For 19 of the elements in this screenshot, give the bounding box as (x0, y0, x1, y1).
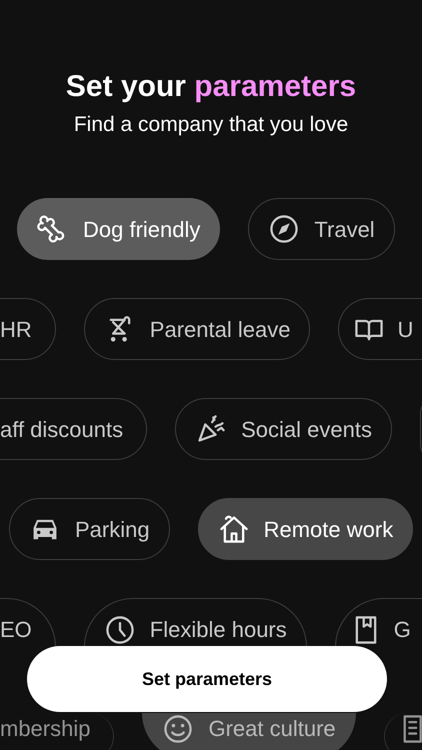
house-icon (218, 513, 250, 545)
filter-chip[interactable]: HR (0, 298, 56, 360)
screen-title: Set your parameters (66, 69, 356, 105)
filter-chip[interactable]: Social events (175, 398, 392, 460)
subtitle: Find a company that you love (74, 112, 348, 138)
set-parameters-button[interactable]: Set parameters (27, 646, 387, 712)
filter-chip[interactable]: Parking (9, 498, 170, 560)
filter-chip[interactable]: U (338, 298, 422, 360)
filter-chip[interactable]: Travel (248, 198, 395, 260)
filter-chip[interactable]: Parental leave (84, 298, 310, 360)
filter-chip[interactable] (384, 713, 422, 750)
clock-icon (104, 614, 136, 646)
compass-icon (268, 213, 300, 245)
filter-chip[interactable]: Great culture (142, 713, 356, 750)
filter-chip[interactable]: Remote work (198, 498, 414, 560)
smiley-icon (162, 713, 194, 744)
filter-chip[interactable]: Dog friendly (17, 198, 220, 260)
filter-chip[interactable]: aff discounts (0, 398, 148, 460)
filter-chip[interactable]: mbership (0, 713, 114, 750)
